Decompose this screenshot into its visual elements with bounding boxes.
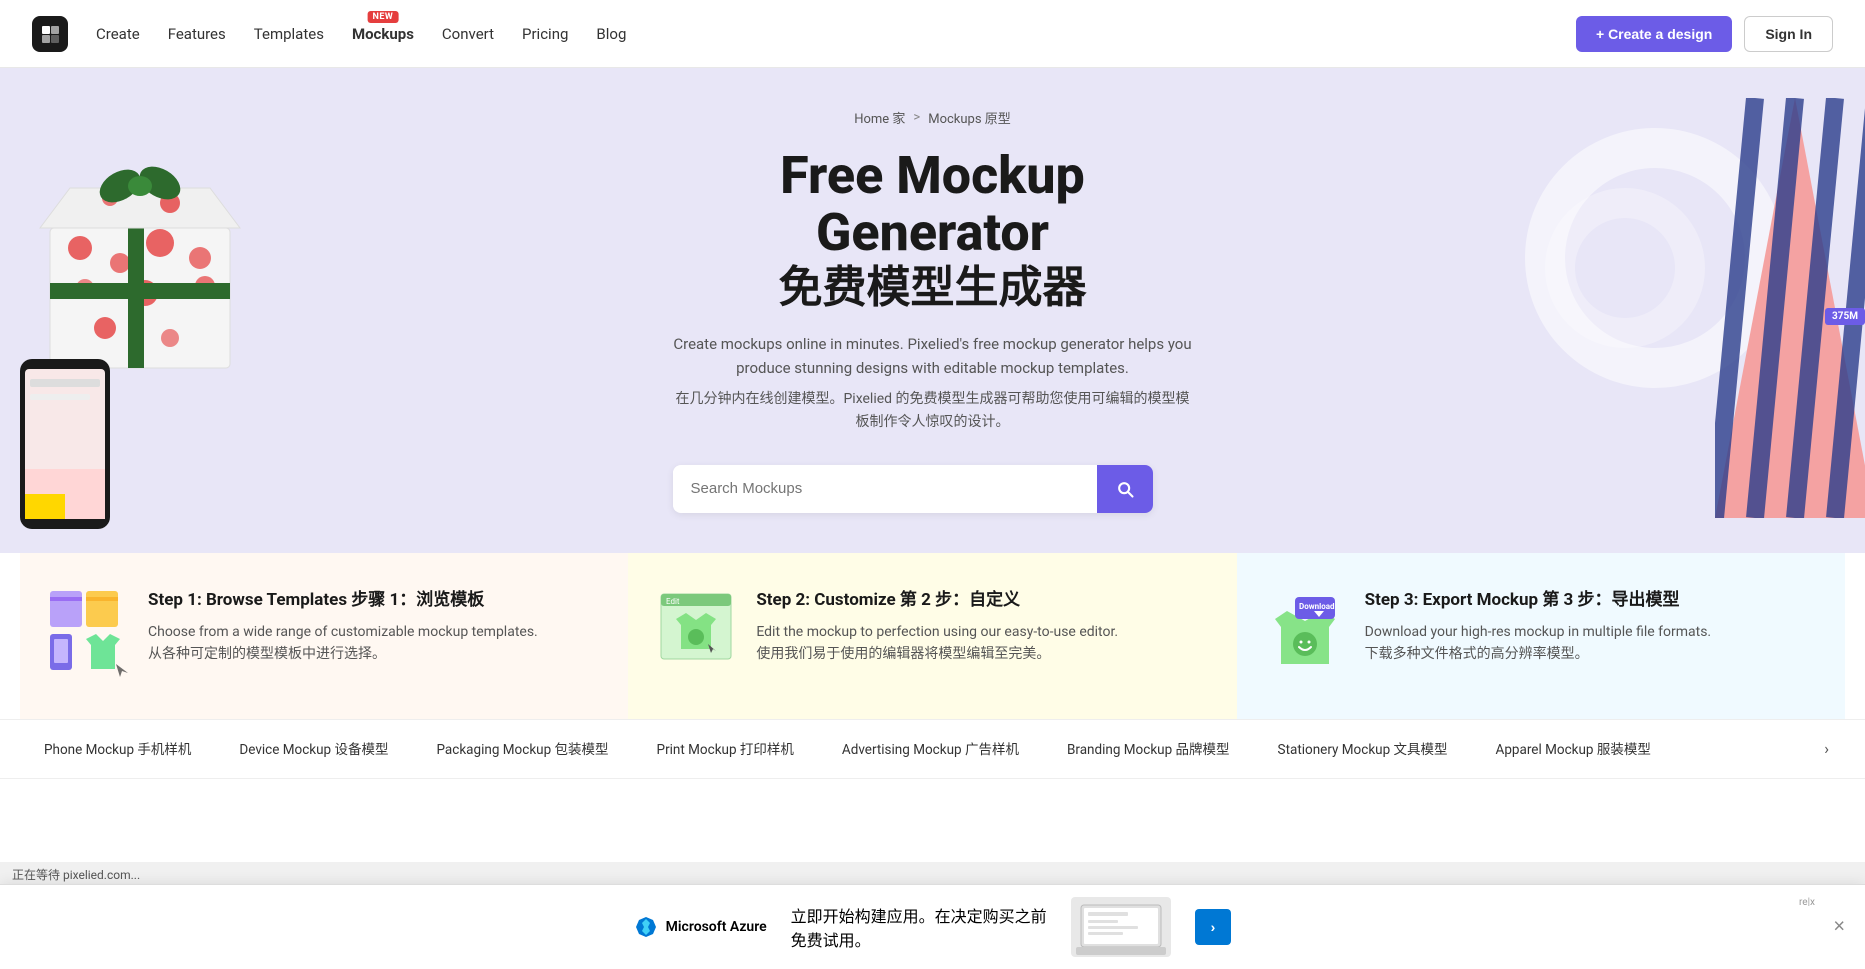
- nav-pricing[interactable]: Pricing: [522, 25, 568, 43]
- step-3-icon-area: Download: [1265, 589, 1345, 683]
- navbar: Create Features Templates NEW Mockups Co…: [0, 0, 1865, 68]
- nav-features[interactable]: Features: [168, 25, 226, 43]
- search-bar: [673, 465, 1153, 513]
- steps-section: Step 1: Browse Templates 步骤 1：浏览模板 Choos…: [0, 553, 1865, 719]
- step-2-title: Step 2: Customize 第 2 步：自定义: [756, 589, 1118, 611]
- category-packaging[interactable]: Packaging Mockup 包装模型: [412, 720, 632, 778]
- ad-tag: re|x: [1799, 897, 1815, 908]
- hero-content: Home 家 > Mockups 原型 Free Mockup Generato…: [673, 108, 1193, 513]
- step-1-card: Step 1: Browse Templates 步骤 1：浏览模板 Choos…: [20, 553, 628, 719]
- step-2-card: Edit Step 2: Customize 第 2 步：自定义 Edit th…: [628, 553, 1236, 719]
- search-button[interactable]: [1097, 465, 1153, 513]
- step-2-icon: Edit: [656, 589, 736, 679]
- step-1-desc-cn: 从各种可定制的模型模板中进行选择。: [148, 643, 538, 665]
- step-1-text: Step 1: Browse Templates 步骤 1：浏览模板 Choos…: [148, 589, 538, 666]
- ad-text-line2: 免费试用。: [791, 927, 1047, 951]
- step-1-desc-en: Choose from a wide range of customizable…: [148, 621, 538, 643]
- nav-create[interactable]: Create: [96, 25, 140, 43]
- step-2-text: Step 2: Customize 第 2 步：自定义 Edit the moc…: [756, 589, 1118, 666]
- step-3-title: Step 3: Export Mockup 第 3 步：导出模型: [1365, 589, 1711, 611]
- nav-right: + Create a design Sign In: [1576, 16, 1833, 52]
- categories-bar: Phone Mockup 手机样机 Device Mockup 设备模型 Pac…: [0, 719, 1865, 779]
- azure-logo-icon: [634, 915, 658, 939]
- category-apparel[interactable]: Apparel Mockup 服装模型: [1472, 720, 1675, 778]
- nav-left: Create Features Templates NEW Mockups Co…: [32, 16, 626, 52]
- categories-next-arrow[interactable]: ›: [1808, 721, 1845, 776]
- category-branding[interactable]: Branding Mockup 品牌模型: [1043, 720, 1254, 778]
- step-3-text: Step 3: Export Mockup 第 3 步：导出模型 Downloa…: [1365, 589, 1711, 666]
- nav-convert[interactable]: Convert: [442, 25, 494, 43]
- ad-cta-button[interactable]: ›: [1195, 909, 1232, 945]
- hero-title-en: Free Mockup Generator: [673, 147, 1193, 261]
- breadcrumb: Home 家 > Mockups 原型: [673, 108, 1193, 127]
- ad-text-line1: 立即开始构建应用。在决定购买之前: [791, 903, 1047, 927]
- category-print[interactable]: Print Mockup 打印样机: [633, 720, 818, 778]
- step-3-icon: Download: [1265, 589, 1345, 679]
- ad-banner: Microsoft Azure 立即开始构建应用。在决定购买之前 免费试用。 ›…: [0, 884, 1865, 969]
- create-design-button[interactable]: + Create a design: [1576, 16, 1732, 52]
- ad-copy: 立即开始构建应用。在决定购买之前 免费试用。: [791, 903, 1047, 951]
- ad-logo: Microsoft Azure: [634, 915, 767, 939]
- laptop-svg: [1076, 900, 1166, 955]
- category-stationery[interactable]: Stationery Mockup 文具模型: [1254, 720, 1472, 778]
- hero-section: 375M Home 家 > Mockups 原型 Free Mockup Gen…: [0, 68, 1865, 553]
- step-2-desc-en: Edit the mockup to perfection using our …: [756, 621, 1118, 643]
- svg-text:Edit: Edit: [666, 597, 680, 606]
- ad-logo-text: Microsoft Azure: [666, 919, 767, 935]
- nav-mockups[interactable]: NEW Mockups: [352, 25, 414, 43]
- app-logo[interactable]: [32, 16, 68, 52]
- nav-templates[interactable]: Templates: [254, 25, 324, 43]
- search-icon: [1115, 479, 1135, 499]
- counter-badge: 375M: [1825, 308, 1865, 325]
- hero-desc-cn: 在几分钟内在线创建模型。Pixelied 的免费模型生成器可帮助您使用可编辑的模…: [673, 388, 1193, 433]
- ad-close-button[interactable]: ×: [1833, 916, 1845, 939]
- signin-button[interactable]: Sign In: [1744, 16, 1833, 52]
- phone-decoration: [0, 349, 180, 553]
- hero-title-cn: 免费模型生成器: [673, 261, 1193, 314]
- nav-blog[interactable]: Blog: [596, 25, 626, 43]
- phone-svg: [0, 349, 150, 549]
- step-1-icon: [48, 589, 128, 679]
- ad-laptop-image: [1071, 897, 1171, 957]
- category-phone[interactable]: Phone Mockup 手机样机: [20, 720, 215, 778]
- breadcrumb-current: Mockups 原型: [928, 108, 1011, 127]
- step-2-icon-area: Edit: [656, 589, 736, 683]
- step-3-card: Download Step 3: Export Mockup 第 3 步：导出模…: [1237, 553, 1845, 719]
- search-input[interactable]: [673, 466, 1097, 511]
- step-1-title: Step 1: Browse Templates 步骤 1：浏览模板: [148, 589, 538, 611]
- status-text: 正在等待 pixelied.com...: [12, 868, 140, 882]
- breadcrumb-home[interactable]: Home 家: [854, 108, 905, 127]
- step-3-desc-en: Download your high-res mockup in multipl…: [1365, 621, 1711, 643]
- category-advertising[interactable]: Advertising Mockup 广告样机: [818, 720, 1043, 778]
- svg-text:Download: Download: [1299, 602, 1335, 611]
- new-badge: NEW: [368, 11, 399, 23]
- breadcrumb-separator: >: [913, 110, 920, 125]
- circle-decoration-2: [1545, 188, 1705, 348]
- step-2-desc-cn: 使用我们易于使用的编辑器将模型编辑至完美。: [756, 643, 1118, 665]
- hero-desc-en: Create mockups online in minutes. Pixeli…: [673, 332, 1193, 380]
- step-1-icon-area: [48, 589, 128, 683]
- category-device[interactable]: Device Mockup 设备模型: [215, 720, 412, 778]
- step-3-desc-cn: 下载多种文件格式的高分辨率模型。: [1365, 643, 1711, 665]
